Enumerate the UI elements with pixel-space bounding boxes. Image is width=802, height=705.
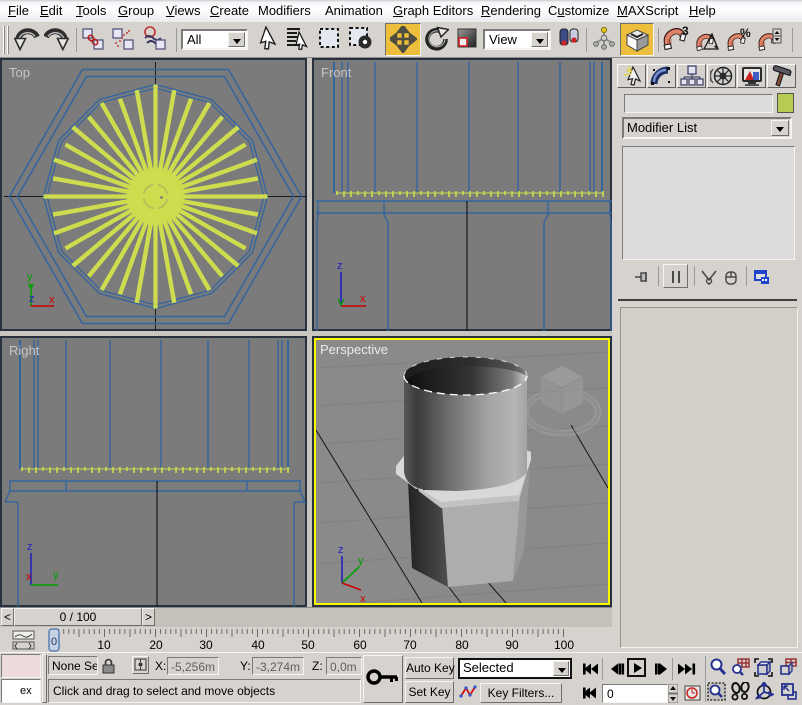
svg-text:50: 50 [301, 638, 315, 652]
svg-text:60: 60 [353, 638, 367, 652]
svg-text:x: x [360, 293, 366, 305]
svg-text:80: 80 [455, 638, 469, 652]
svg-text:30: 30 [199, 638, 213, 652]
svg-text:z: z [29, 293, 35, 305]
svg-text:70: 70 [403, 638, 417, 652]
svg-text:x: x [360, 593, 366, 603]
svg-text:Right: Right [9, 343, 40, 358]
svg-text:x: x [49, 294, 55, 306]
svg-text:y: y [53, 569, 59, 581]
svg-text:z: z [27, 541, 33, 553]
svg-text:90: 90 [505, 638, 519, 652]
svg-text:10: 10 [97, 638, 111, 652]
svg-text:Top: Top [9, 65, 30, 80]
svg-text:x: x [26, 571, 32, 583]
svg-text:3: 3 [682, 26, 689, 38]
svg-text:Front: Front [321, 65, 352, 80]
svg-text:Perspective: Perspective [320, 342, 388, 357]
svg-text:y: y [358, 555, 364, 567]
svg-text:z: z [337, 260, 343, 272]
svg-text:%: % [740, 26, 751, 40]
svg-text:0: 0 [51, 636, 57, 648]
svg-text:z: z [338, 544, 344, 556]
svg-text:20: 20 [149, 638, 163, 652]
svg-text:100: 100 [554, 638, 574, 652]
svg-text:40: 40 [251, 638, 265, 652]
svg-text:y: y [27, 271, 33, 283]
